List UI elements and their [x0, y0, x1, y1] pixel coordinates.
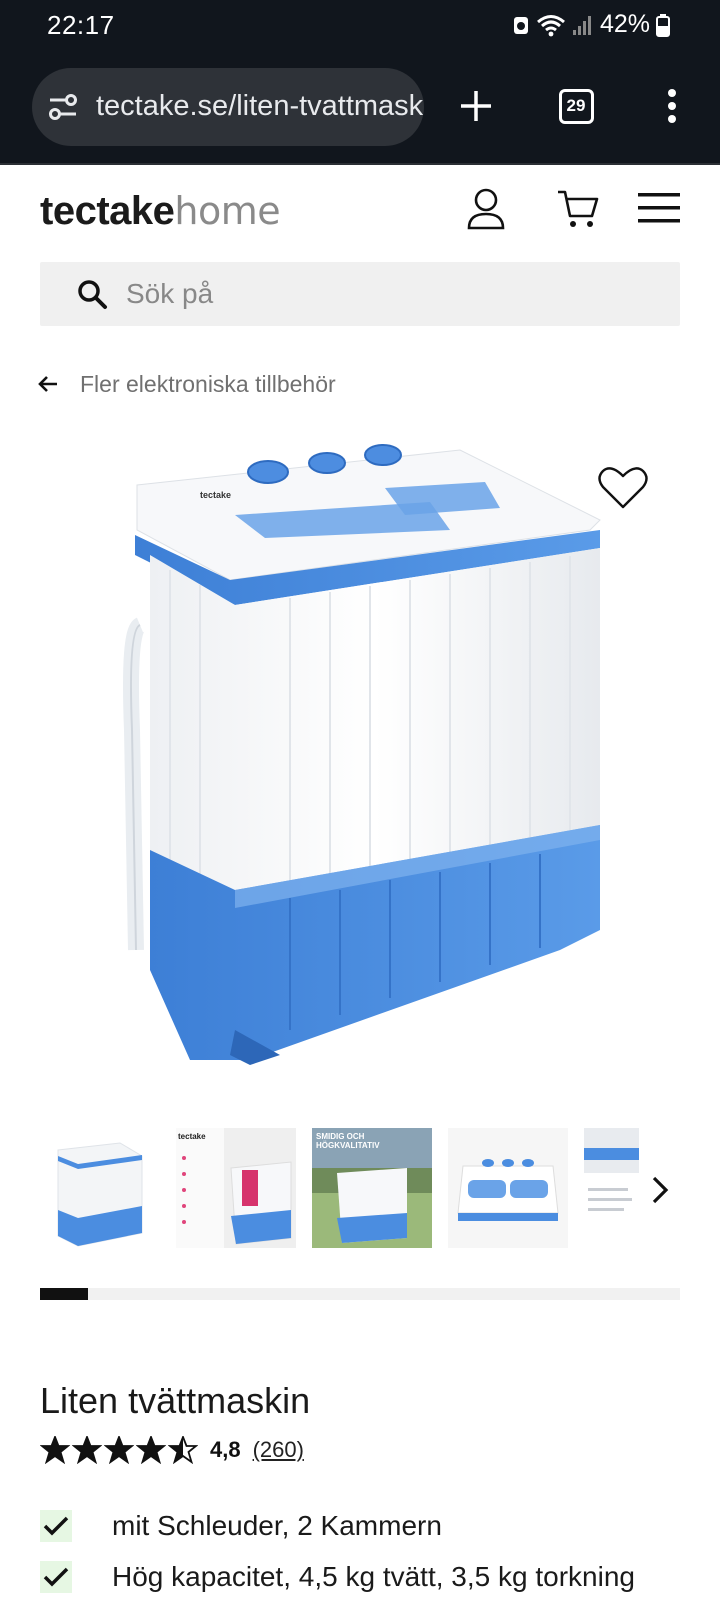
product-title: Liten tvättmaskin — [40, 1380, 311, 1421]
product-image[interactable]: tectake — [40, 430, 680, 1090]
search-bar — [40, 262, 680, 326]
star-full-icon — [104, 1436, 134, 1464]
chevron-right-icon — [652, 1176, 669, 1204]
rating-stars — [40, 1436, 198, 1464]
thumbnail-image — [176, 1128, 296, 1248]
thumbnail-3[interactable]: SMIDIG OCH HÖGKVALITATIV — [312, 1128, 432, 1248]
site-logo[interactable]: tectakehome — [40, 189, 281, 234]
rating-value: 4,8 — [210, 1437, 241, 1462]
gallery-next-button[interactable] — [640, 1170, 680, 1210]
cart-icon[interactable] — [556, 187, 600, 231]
account-icon[interactable] — [466, 187, 506, 231]
status-time: 22:17 — [47, 10, 115, 40]
signal-icon — [572, 15, 591, 35]
thumbnail-strip: tectake SMIDIG OCH HÖGKVALITATIV — [40, 1128, 680, 1248]
site-header: tectakehome — [0, 167, 720, 257]
wifi-icon — [536, 14, 565, 36]
breadcrumb[interactable]: Fler elektroniska tillbehör — [38, 368, 336, 400]
logo-light: home — [174, 189, 281, 233]
browser-toolbar: tectake.se/liten-tvattmaskin 29 — [0, 52, 720, 165]
svg-text:tectake: tectake — [200, 490, 231, 500]
data-saver-icon — [513, 16, 528, 34]
address-bar[interactable]: tectake.se/liten-tvattmaskin — [32, 68, 424, 146]
browser-menu-button[interactable] — [644, 70, 700, 142]
status-icons: 42% — [512, 10, 670, 39]
thumbnail-image — [448, 1128, 568, 1248]
url-text[interactable]: tectake.se/liten-tvattmaskin — [96, 90, 424, 123]
breadcrumb-label[interactable]: Fler elektroniska tillbehör — [80, 371, 336, 398]
star-half-icon — [168, 1436, 198, 1464]
check-icon — [40, 1561, 72, 1593]
tab-count: 29 — [558, 88, 594, 124]
product-rating[interactable]: 4,8 (260) — [40, 1432, 304, 1468]
search-icon[interactable] — [76, 278, 108, 310]
more-vert-icon — [668, 89, 676, 123]
status-bar: 22:17 42% — [0, 0, 720, 52]
search-input[interactable] — [126, 272, 646, 316]
thumbnail-2[interactable]: tectake — [176, 1128, 296, 1248]
thumbnail-caption: SMIDIG OCH HÖGKVALITATIV — [316, 1132, 380, 1150]
feature-text: mit Schleuder, 2 Kammern — [112, 1510, 442, 1541]
battery-icon — [656, 13, 670, 37]
thumbnail-caption: tectake — [178, 1132, 206, 1141]
star-full-icon — [40, 1436, 70, 1464]
thumbnail-1[interactable] — [40, 1128, 160, 1248]
logo-bold: tectake — [40, 189, 175, 233]
star-full-icon — [72, 1436, 102, 1464]
feature-item: mit Schleuder, 2 Kammern — [40, 1506, 442, 1546]
hamburger-menu-icon[interactable] — [638, 193, 680, 223]
tab-switcher-button[interactable]: 29 — [548, 70, 604, 142]
plus-icon — [461, 91, 491, 121]
feature-text: Hög kapacitet, 4,5 kg tvätt, 3,5 kg tork… — [112, 1561, 635, 1592]
gallery-scroll-thumb[interactable] — [40, 1288, 88, 1300]
check-icon — [40, 1510, 72, 1542]
review-count-link[interactable]: (260) — [253, 1437, 304, 1463]
arrow-left-icon — [38, 376, 57, 392]
battery-percent: 42% — [599, 10, 650, 38]
gallery-scroll-track[interactable] — [40, 1288, 680, 1300]
thumbnail-4[interactable] — [448, 1128, 568, 1248]
washing-machine-image: tectake — [123, 444, 601, 1065]
star-full-icon — [136, 1436, 166, 1464]
site-settings-icon[interactable] — [46, 90, 80, 124]
heart-icon[interactable] — [598, 466, 648, 510]
thumbnail-image — [40, 1128, 160, 1248]
new-tab-button[interactable] — [448, 70, 504, 142]
feature-item: Hög kapacitet, 4,5 kg tvätt, 3,5 kg tork… — [40, 1557, 635, 1597]
